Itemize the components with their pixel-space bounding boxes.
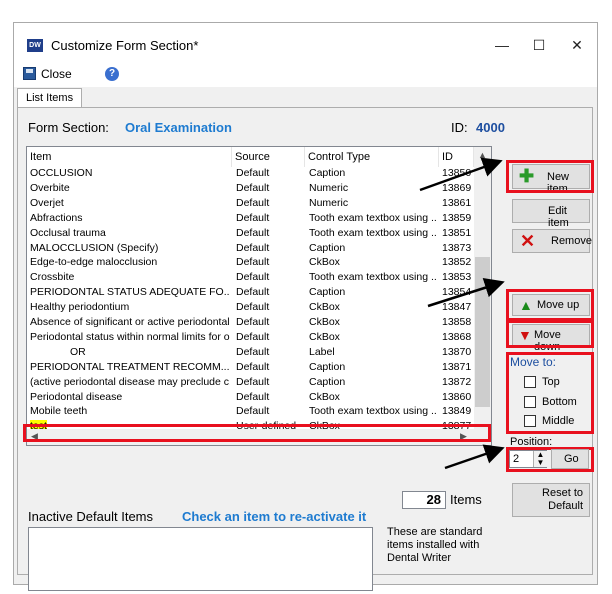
annotation-arrows <box>419 157 505 470</box>
arrow-to-position <box>444 444 505 470</box>
arrow-to-move-up <box>427 278 505 308</box>
arrow-to-new-item <box>419 157 503 192</box>
